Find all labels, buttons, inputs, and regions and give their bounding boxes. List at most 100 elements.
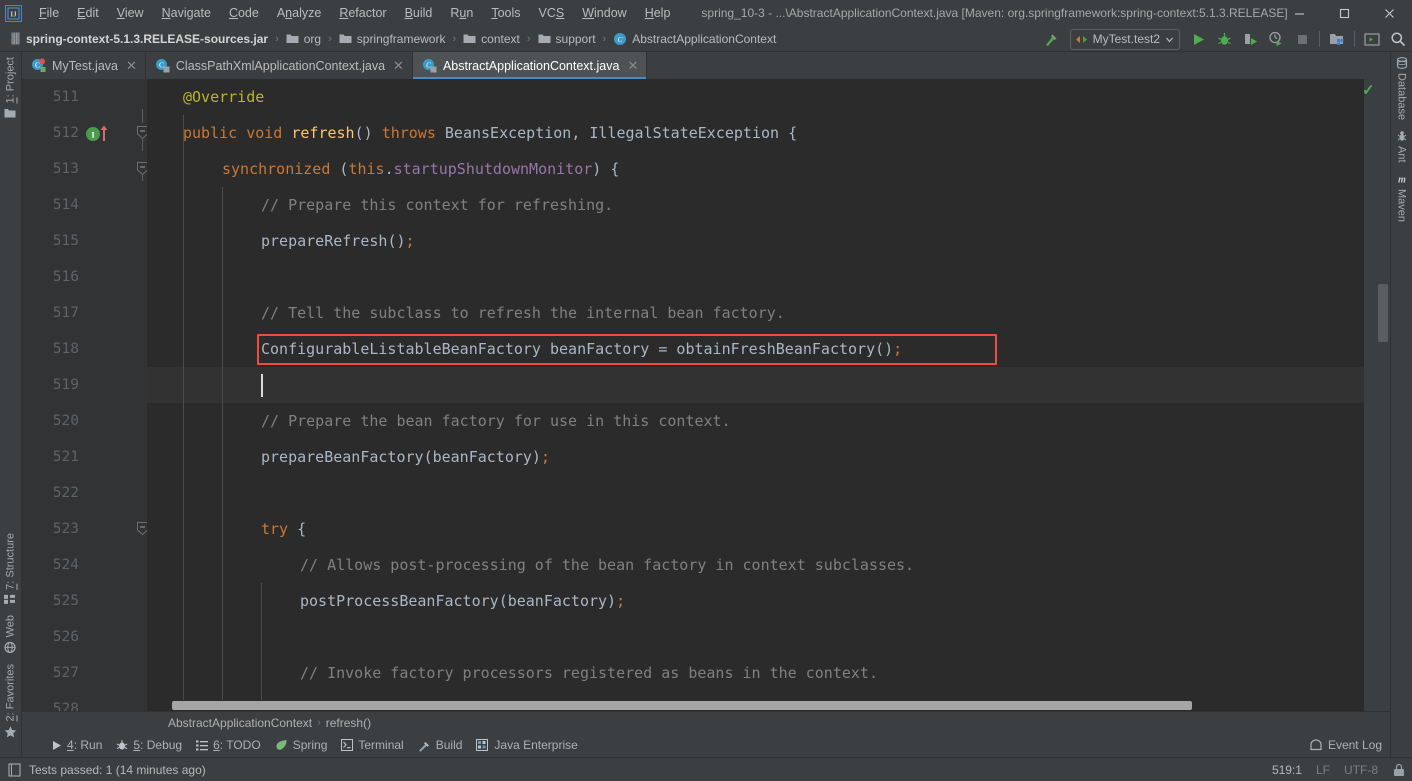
run-icon[interactable] [1186, 28, 1210, 50]
file-encoding[interactable]: UTF-8 [1344, 763, 1378, 777]
menu-item-analyze[interactable]: Analyze [268, 3, 330, 23]
code-token: (beanFactory) [423, 448, 541, 466]
menu-item-tools[interactable]: Tools [482, 3, 529, 23]
maximize-button[interactable] [1322, 0, 1367, 26]
bottom-tool-debug[interactable]: 5: Debug [109, 735, 189, 755]
code-fold-marker[interactable] [137, 522, 147, 535]
terminal-icon[interactable] [1360, 28, 1384, 50]
code-line-text: synchronized (this.startupShutdownMonito… [147, 160, 619, 178]
code-line[interactable]: public void refresh() throws BeansExcept… [147, 115, 1364, 151]
tool-window-project[interactable]: 1: Project [0, 52, 21, 123]
scrollbar-thumb[interactable] [1378, 284, 1388, 342]
tool-window-maven[interactable]: m Maven [1391, 168, 1412, 227]
code-line[interactable]: // Invoke factory processors registered … [147, 655, 1364, 691]
run-test-gutter-icon[interactable]: I [85, 125, 115, 143]
editor-tab-mytest-java[interactable]: C MyTest.java ✕ [22, 52, 146, 79]
code-line[interactable]: prepareBeanFactory(beanFactory); [147, 439, 1364, 475]
horizontal-scrollbar-thumb[interactable] [172, 701, 1192, 710]
terminal-icon [341, 739, 354, 751]
close-tab-icon[interactable]: ✕ [627, 58, 638, 74]
editor-area: 511 512 513 514 515 516 517 518 519 520 521 522 523 5… [22, 79, 1390, 711]
menu-item-edit[interactable]: Edit [68, 3, 108, 23]
line-number: 517 [52, 305, 79, 321]
search-everywhere-icon[interactable] [1386, 28, 1410, 50]
bottom-tool-javaenterprise[interactable]: Java Enterprise [469, 735, 584, 755]
menu-item-view[interactable]: View [108, 3, 153, 23]
code-line[interactable]: // Allows post-processing of the bean fa… [147, 547, 1364, 583]
debug-bug-icon [116, 739, 128, 751]
editor-horizontal-scrollbar[interactable] [147, 700, 1364, 711]
editor-tab-classpathxmlapplicationcontext-java[interactable]: C ClassPathXmlApplicationContext.java ✕ [146, 52, 413, 79]
code-line[interactable]: // Tell the subclass to refresh the inte… [147, 295, 1364, 331]
tool-window-database[interactable]: Database [1391, 52, 1412, 125]
run-coverage-icon[interactable] [1238, 28, 1262, 50]
menu-item-build[interactable]: Build [396, 3, 442, 23]
menu-item-navigate[interactable]: Navigate [153, 3, 220, 23]
code-token: throws [381, 124, 436, 142]
tool-window-structure[interactable]: 7: Structure [0, 528, 21, 610]
tool-window-favorites[interactable]: 2: Favorites [0, 659, 21, 743]
tool-window-ant[interactable]: Ant [1391, 125, 1412, 168]
run-configuration-selector[interactable]: MyTest.test2 [1069, 28, 1180, 50]
code-fold-marker[interactable] [137, 126, 147, 139]
code-line[interactable]: // Prepare this context for refreshing. [147, 187, 1364, 223]
breadcrumb-item-abstractapplicationcontext[interactable]: C AbstractApplicationContext [609, 30, 780, 48]
breadcrumb-item-spring-context-5-1-3-release-sources-jar[interactable]: spring-context-5.1.3.RELEASE-sources.jar [6, 30, 272, 48]
code-line[interactable]: postProcessBeanFactory(beanFactory); [147, 583, 1364, 619]
code-line[interactable]: try { [147, 511, 1364, 547]
menu-item-window[interactable]: Window [573, 3, 635, 23]
tool-window-web[interactable]: Web [0, 610, 21, 658]
project-structure-icon[interactable] [1325, 28, 1349, 50]
code-line[interactable]: ConfigurableListableBeanFactory beanFact… [147, 331, 1364, 367]
editor-breadcrumb-item-refresh--[interactable]: refresh() [326, 716, 371, 730]
code-text-area[interactable]: @Override public void refresh() throws Be… [147, 79, 1364, 711]
code-fold-marker[interactable] [137, 162, 147, 175]
code-line[interactable] [147, 619, 1364, 655]
profile-icon[interactable] [1264, 28, 1288, 50]
editor-tab-abstractapplicationcontext-java[interactable]: C AbstractApplicationContext.java ✕ [412, 52, 648, 79]
menu-item-run[interactable]: Run [441, 3, 482, 23]
caret-position[interactable]: 519:1 [1272, 763, 1302, 777]
event-log-button[interactable]: Event Log [1309, 738, 1382, 752]
menu-item-refactor[interactable]: Refactor [330, 3, 395, 23]
code-line[interactable]: synchronized (this.startupShutdownMonito… [147, 151, 1364, 187]
code-line[interactable] [147, 367, 1364, 403]
debug-icon[interactable] [1212, 28, 1236, 50]
code-line[interactable]: prepareRefresh(); [147, 223, 1364, 259]
code-line[interactable] [147, 475, 1364, 511]
bottom-tool-terminal[interactable]: Terminal [334, 735, 410, 755]
line-separator[interactable]: LF [1316, 763, 1330, 777]
menu-item-code[interactable]: Code [220, 3, 268, 23]
build-hammer-icon[interactable] [1040, 28, 1064, 50]
line-number: 525 [52, 593, 79, 609]
menu-item-vcs[interactable]: VCS [530, 3, 574, 23]
write-lock-icon[interactable] [1392, 763, 1406, 777]
code-line[interactable]: @Override [147, 79, 1364, 115]
breadcrumb-item-org[interactable]: org [282, 30, 325, 48]
toolbar-separator [1319, 31, 1320, 47]
code-line-text: prepareRefresh(); [147, 232, 415, 250]
breadcrumb-item-support[interactable]: support [534, 30, 600, 48]
breadcrumb-item-context[interactable]: context [459, 30, 524, 48]
code-line[interactable] [147, 259, 1364, 295]
code-line[interactable]: // Prepare the bean factory for use in t… [147, 403, 1364, 439]
line-number: 522 [52, 485, 79, 501]
close-tab-icon[interactable]: ✕ [393, 58, 404, 74]
close-button[interactable] [1367, 0, 1412, 26]
editor-breadcrumb-item-abstractapplicationcontext[interactable]: AbstractApplicationContext [168, 716, 312, 730]
error-stripe-marker-bar[interactable]: ✓ [1362, 79, 1376, 711]
breadcrumb-item-springframework[interactable]: springframework [335, 30, 450, 48]
bottom-tool-todo[interactable]: 6: TODO [189, 735, 268, 755]
editor-vertical-scrollbar[interactable] [1376, 79, 1390, 711]
minimize-button[interactable] [1277, 0, 1322, 26]
editor-tab-label: AbstractApplicationContext.java [442, 58, 620, 73]
menu-item-file[interactable]: File [30, 3, 68, 23]
java-class-icon: C [31, 58, 46, 73]
close-tab-icon[interactable]: ✕ [126, 58, 137, 74]
bottom-tool-build[interactable]: Build [411, 735, 470, 755]
bottom-tool-spring[interactable]: Spring [268, 735, 335, 755]
bottom-tool-run[interactable]: 4: Run [44, 735, 109, 755]
editor-gutter[interactable]: 511 512 513 514 515 516 517 518 519 520 521 522 523 5… [22, 79, 147, 711]
menu-item-help[interactable]: Help [636, 3, 680, 23]
